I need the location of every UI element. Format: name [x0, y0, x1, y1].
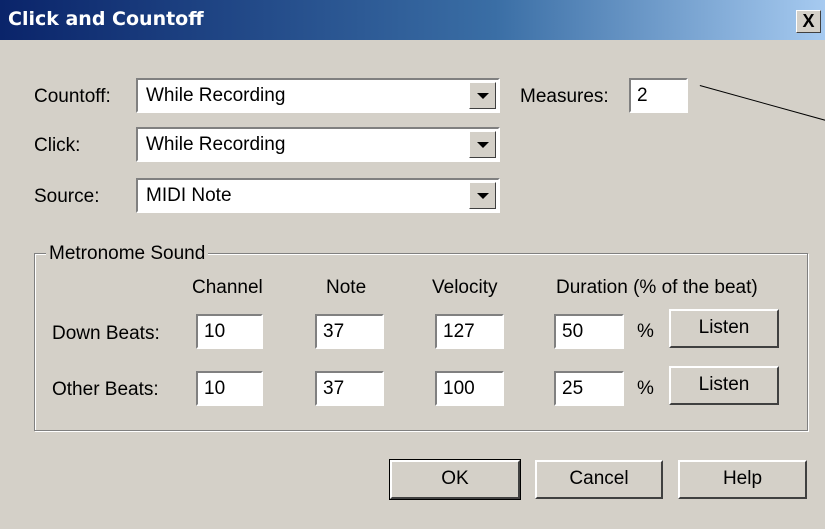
help-button[interactable]: Help — [678, 460, 807, 499]
down-beats-label: Down Beats: — [52, 323, 160, 344]
velocity-header: Velocity — [432, 277, 498, 298]
down-beats-note-input[interactable]: 37 — [315, 314, 384, 349]
source-value: MIDI Note — [146, 185, 232, 206]
metronome-group-title: Metronome Sound — [46, 243, 209, 265]
measures-input[interactable]: 2 — [629, 78, 688, 113]
duration-header: Duration (% of the beat) — [556, 277, 758, 298]
other-beats-duration-input[interactable]: 25 — [554, 371, 624, 406]
click-select[interactable]: While Recording — [136, 127, 500, 162]
title-bar: Click and Countoff X — [0, 0, 825, 40]
down-beats-channel-input[interactable]: 10 — [196, 314, 263, 349]
percent-unit: % — [637, 321, 654, 342]
down-beats-velocity-input[interactable]: 127 — [435, 314, 504, 349]
other-beats-channel-input[interactable]: 10 — [196, 371, 263, 406]
countoff-select[interactable]: While Recording — [136, 78, 500, 113]
measures-label: Measures: — [520, 86, 609, 107]
other-beats-note-input[interactable]: 37 — [315, 371, 384, 406]
ok-button[interactable]: OK — [389, 459, 521, 500]
channel-header: Channel — [192, 277, 263, 298]
other-beats-velocity-input[interactable]: 100 — [435, 371, 504, 406]
other-beats-label: Other Beats: — [52, 379, 159, 400]
chevron-down-icon[interactable] — [469, 182, 496, 209]
countoff-value: While Recording — [146, 85, 286, 106]
window-title: Click and Countoff — [8, 8, 204, 30]
chevron-down-icon[interactable] — [469, 131, 496, 158]
cancel-button[interactable]: Cancel — [535, 460, 663, 499]
note-header: Note — [326, 277, 367, 298]
click-value: While Recording — [146, 134, 286, 155]
click-label: Click: — [34, 135, 81, 156]
countoff-label: Countoff: — [34, 86, 111, 107]
close-button[interactable]: X — [796, 10, 821, 33]
click-and-countoff-dialog: Click and Countoff X Countoff: While Rec… — [0, 0, 825, 529]
callout-line — [699, 85, 825, 124]
down-beats-listen-button[interactable]: Listen — [669, 309, 779, 348]
down-beats-duration-input[interactable]: 50 — [554, 314, 624, 349]
chevron-down-icon[interactable] — [469, 82, 496, 109]
source-label: Source: — [34, 186, 100, 207]
other-beats-listen-button[interactable]: Listen — [669, 366, 779, 405]
percent-unit: % — [637, 378, 654, 399]
source-select[interactable]: MIDI Note — [136, 178, 500, 213]
